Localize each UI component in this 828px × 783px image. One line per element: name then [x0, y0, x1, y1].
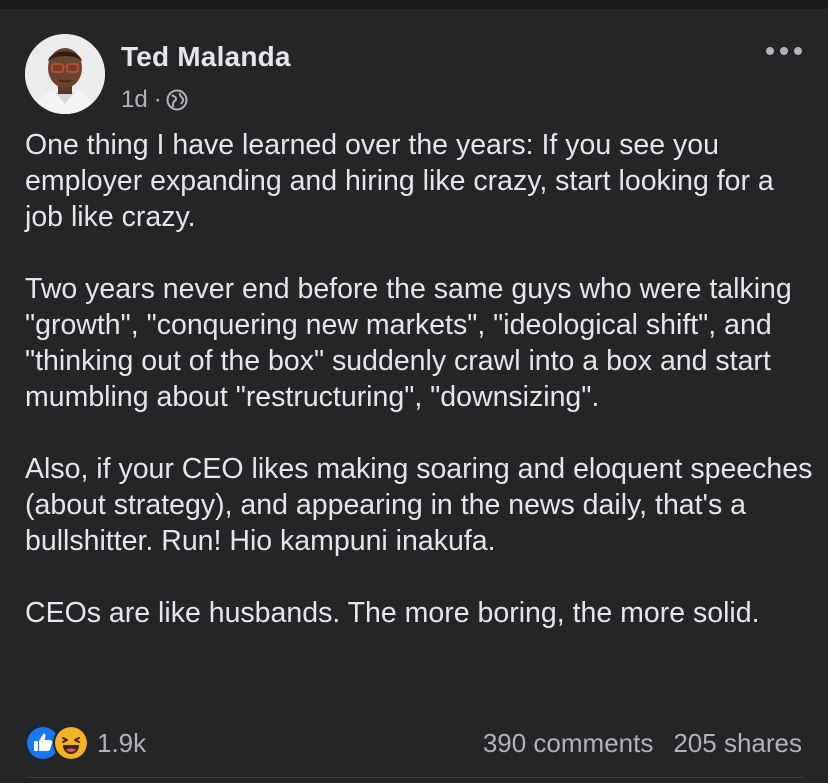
more-dot — [794, 47, 802, 55]
post-time[interactable]: 1d — [121, 86, 148, 114]
reaction-icons — [25, 725, 89, 761]
avatar[interactable] — [25, 34, 105, 114]
post-paragraph: CEOs are like husbands. The more boring,… — [25, 597, 760, 629]
more-options-icon[interactable] — [766, 39, 802, 63]
shares-count-link[interactable]: 205 shares — [673, 728, 802, 759]
post-paragraph: Two years never end before the same guys… — [25, 273, 792, 413]
post-paragraph: Also, if your CEO likes making soaring a… — [25, 453, 813, 557]
meta-separator: · — [153, 86, 162, 113]
post-body: One thing I have learned over the years:… — [25, 127, 815, 631]
more-dot — [780, 47, 788, 55]
globe-icon — [166, 89, 188, 111]
divider — [25, 777, 803, 778]
avatar-photo — [25, 34, 105, 114]
author-name[interactable]: Ted Malanda — [121, 41, 291, 73]
more-dot — [766, 47, 774, 55]
reaction-count: 1.9k — [97, 727, 147, 758]
haha-icon — [53, 725, 89, 761]
post-stats: 390 comments 205 shares — [483, 725, 802, 761]
top-bar — [0, 0, 828, 9]
post-meta: 1d · — [121, 85, 188, 115]
comments-count-link[interactable]: 390 comments — [483, 728, 654, 759]
post-paragraph: One thing I have learned over the years:… — [25, 129, 774, 233]
reactions-summary[interactable]: 1.9k — [25, 725, 146, 761]
post-card: Ted Malanda 1d · One thing I have learne… — [0, 9, 828, 783]
